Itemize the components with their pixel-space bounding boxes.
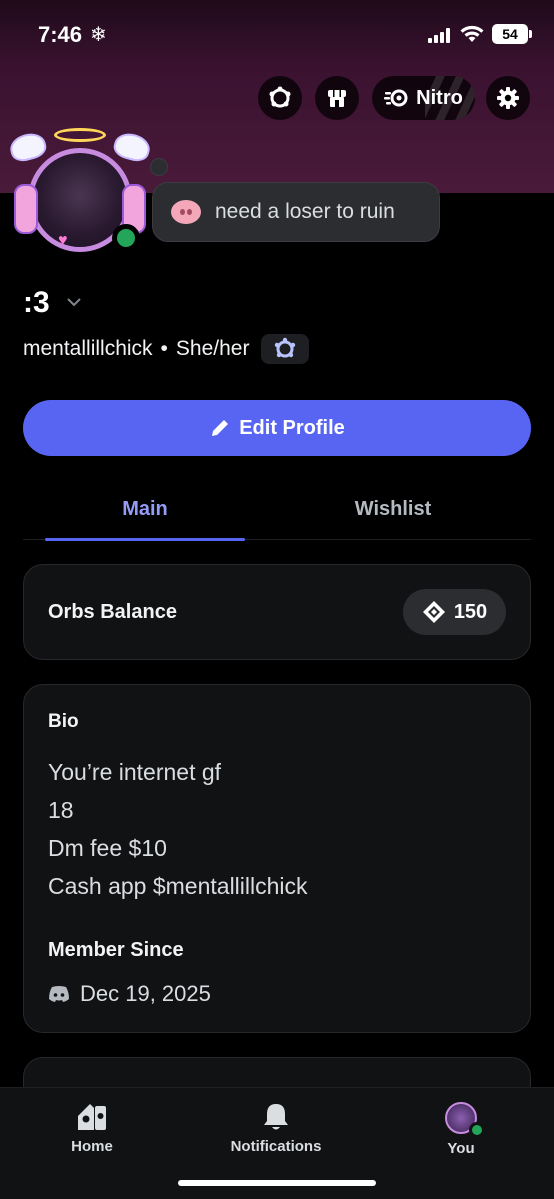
orbs-balance-value: 150 — [453, 600, 488, 623]
battery-indicator: 54 — [492, 24, 532, 44]
nitro-button[interactable]: Nitro — [372, 76, 475, 120]
avatar[interactable]: ♥ — [7, 124, 153, 254]
nitro-label: Nitro — [416, 86, 463, 109]
home-indicator — [178, 1180, 376, 1186]
wifi-icon — [460, 25, 484, 42]
edit-profile-button[interactable]: Edit Profile — [23, 400, 531, 456]
username: mentallillchick — [23, 337, 153, 360]
orbs-balance-label: Orbs Balance — [48, 601, 177, 623]
nitro-profile-badge[interactable] — [261, 334, 310, 364]
shop-button[interactable] — [315, 76, 359, 120]
bio-line: Dm fee $10 — [48, 835, 167, 861]
custom-status-text: need a loser to ruin — [215, 200, 395, 223]
angel-wing-right — [111, 129, 153, 165]
username-line: mentallillchick • She/her — [23, 334, 310, 364]
member-since-heading: Member Since — [48, 939, 184, 961]
gear-icon — [497, 87, 519, 109]
avatar — [445, 1102, 485, 1138]
bio-line: 18 — [48, 797, 74, 823]
orbs-balance-pill[interactable]: 150 — [403, 589, 506, 635]
nav-home-label: Home — [71, 1138, 113, 1155]
display-name[interactable]: :3 — [23, 286, 50, 320]
nav-notifications[interactable]: Notifications — [206, 1102, 346, 1155]
snowflake-icon: ❄ — [90, 24, 107, 46]
status-bubble-tail — [150, 158, 168, 176]
home-icon — [78, 1104, 106, 1130]
pig-nose-icon — [171, 200, 201, 224]
member-since-date: Dec 19, 2025 — [80, 981, 211, 1006]
discord-icon — [49, 986, 69, 1002]
member-since-row: Dec 19, 2025 — [48, 981, 211, 1007]
online-status-dot — [112, 224, 140, 252]
bio-card: Bio You’re internet gf 18 Dm fee $10 Cas… — [23, 684, 531, 1033]
shop-icon — [328, 90, 346, 107]
halo-decoration — [54, 128, 106, 142]
nitro-badge-button[interactable] — [258, 76, 302, 120]
nav-you[interactable]: You — [391, 1102, 531, 1157]
orb-icon — [422, 601, 445, 623]
nitro-icon — [384, 89, 408, 107]
edit-profile-label: Edit Profile — [239, 416, 345, 439]
nitro-badge-icon — [269, 86, 291, 108]
nav-notifications-label: Notifications — [230, 1138, 322, 1155]
clock: 7:46 — [38, 22, 83, 47]
bio-line: You’re internet gf — [48, 759, 222, 785]
online-status-dot — [469, 1122, 485, 1138]
custom-status-bubble[interactable]: need a loser to ruin — [152, 182, 440, 242]
tab-wishlist[interactable]: Wishlist — [293, 478, 493, 540]
bell-icon — [264, 1104, 288, 1130]
laurel-badge-icon — [275, 337, 296, 358]
chevron-down-icon[interactable] — [66, 296, 82, 308]
nav-home[interactable]: Home — [22, 1102, 162, 1155]
angel-wing-left — [7, 129, 49, 165]
nav-you-label: You — [447, 1140, 475, 1157]
status-bar: 7:46 ❄ 54 — [0, 0, 554, 70]
pronouns: She/her — [175, 337, 250, 360]
profile-tabs: Main Wishlist — [23, 478, 531, 541]
orbs-balance-card[interactable]: Orbs Balance 150 — [23, 564, 531, 660]
heart-decoration: ♥ — [58, 232, 68, 249]
separator-dot: • — [160, 337, 168, 360]
headphone-decoration-left — [14, 184, 38, 234]
signal-icon — [428, 27, 454, 43]
bio-heading: Bio — [48, 711, 79, 732]
bio-line: Cash app $mentallillchick — [48, 873, 308, 899]
pencil-icon — [212, 420, 229, 436]
settings-button[interactable] — [486, 76, 530, 120]
tab-main[interactable]: Main — [45, 478, 245, 541]
